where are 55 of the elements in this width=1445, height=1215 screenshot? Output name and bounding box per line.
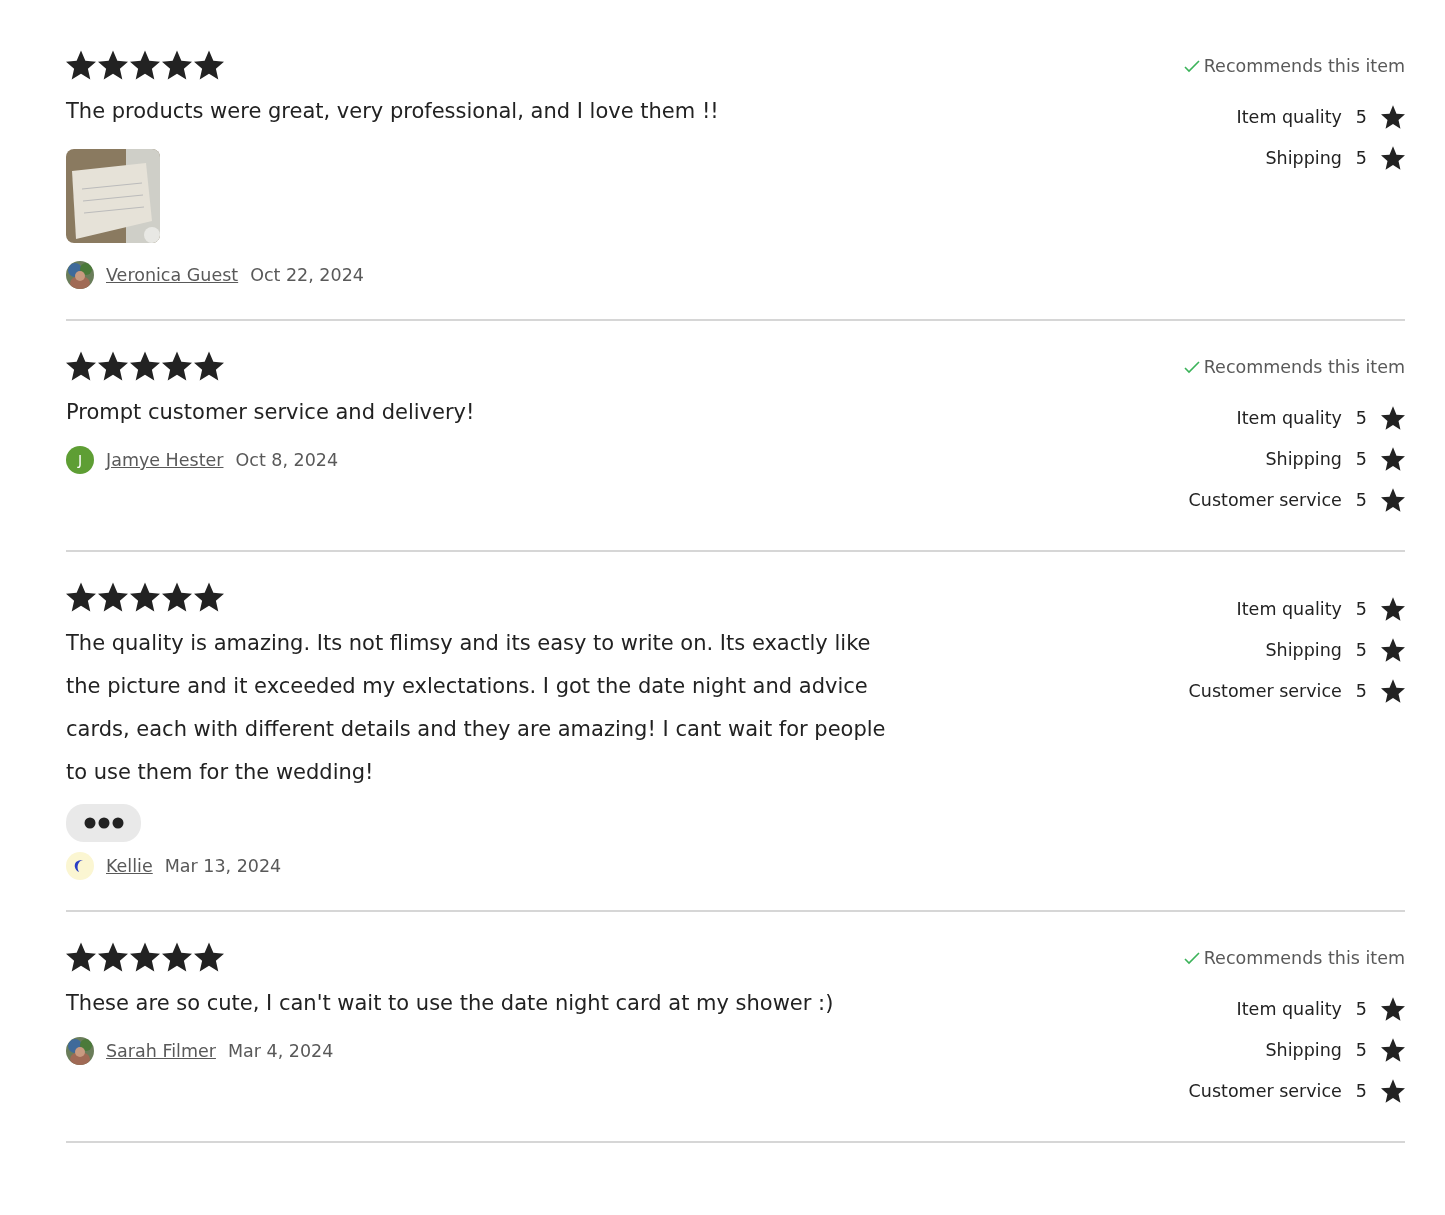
rating-value: 5 <box>1355 1080 1367 1101</box>
avatar-initial: J <box>66 446 94 474</box>
crescent-icon <box>66 852 94 880</box>
star-icon <box>1381 487 1405 512</box>
rating-label: Customer service <box>1188 489 1342 510</box>
rating-value: 5 <box>1355 147 1367 168</box>
rating-value: 5 <box>1355 639 1367 660</box>
star-icon <box>1381 996 1405 1021</box>
star-icon <box>1381 678 1405 703</box>
check-icon <box>1183 59 1200 73</box>
star-icon <box>1381 104 1405 129</box>
ellipsis-icon <box>83 817 124 829</box>
star-icon <box>1381 446 1405 471</box>
rating-value: 5 <box>1355 1039 1367 1060</box>
more-button[interactable] <box>66 804 141 842</box>
check-icon <box>1183 951 1200 965</box>
reviewer-link[interactable]: Kellie <box>106 856 153 876</box>
star-icon <box>1381 1037 1405 1062</box>
star-icon <box>1381 1078 1405 1103</box>
recommends-label: Recommends this item <box>1203 948 1405 968</box>
rating-value: 5 <box>1355 598 1367 619</box>
rating-label: Shipping <box>1265 448 1342 469</box>
rating-label: Item quality <box>1236 407 1342 428</box>
review-text: The products were great, very professional, and I love them !! <box>66 98 719 125</box>
rating-value: 5 <box>1355 407 1367 428</box>
rating-value: 5 <box>1355 448 1367 469</box>
review-date: Oct 22, 2024 <box>250 265 364 285</box>
recommends-label: Recommends this item <box>1203 56 1405 76</box>
recommends-label: Recommends this item <box>1203 357 1405 377</box>
rating-label: Shipping <box>1265 639 1342 660</box>
review-date: Oct 8, 2024 <box>235 450 339 470</box>
star-icon <box>1381 145 1405 170</box>
review-date: Mar 4, 2024 <box>227 1041 334 1061</box>
rating-label: Customer service <box>1188 1080 1342 1101</box>
reviewer-link[interactable]: Veronica Guest <box>106 265 239 285</box>
rating-label: Item quality <box>1236 998 1342 1019</box>
rating-value: 5 <box>1355 998 1367 1019</box>
rating-label: Item quality <box>1236 106 1342 127</box>
review-text: These are so cute, I can't wait to use the date night card at my shower :) <box>66 990 834 1017</box>
rating-value: 5 <box>1355 680 1367 701</box>
rating-label: Shipping <box>1265 147 1342 168</box>
reviewer-link[interactable]: Jamye Hester <box>106 450 224 470</box>
rating-value: 5 <box>1355 489 1367 510</box>
reviewer-link[interactable]: Sarah Filmer <box>106 1041 216 1061</box>
review-text: The quality is amazing. Its not flimsy and its easy to write on. Its exactly like the picture and it exceeded my exlectations. I got the date night and advice cards, each with different details and they are amazing! I cant wait for people to use them for the wedding! <box>66 630 886 786</box>
rating-value: 5 <box>1355 106 1367 127</box>
star-icon <box>1381 637 1405 662</box>
review-date: Mar 13, 2024 <box>164 856 282 876</box>
rating-label: Customer service <box>1188 680 1342 701</box>
star-icon <box>1381 596 1405 621</box>
star-icon <box>1381 405 1405 430</box>
review-text: Prompt customer service and delivery! <box>66 399 475 426</box>
rating-label: Item quality <box>1236 598 1342 619</box>
check-icon <box>1183 360 1200 374</box>
rating-label: Shipping <box>1265 1039 1342 1060</box>
